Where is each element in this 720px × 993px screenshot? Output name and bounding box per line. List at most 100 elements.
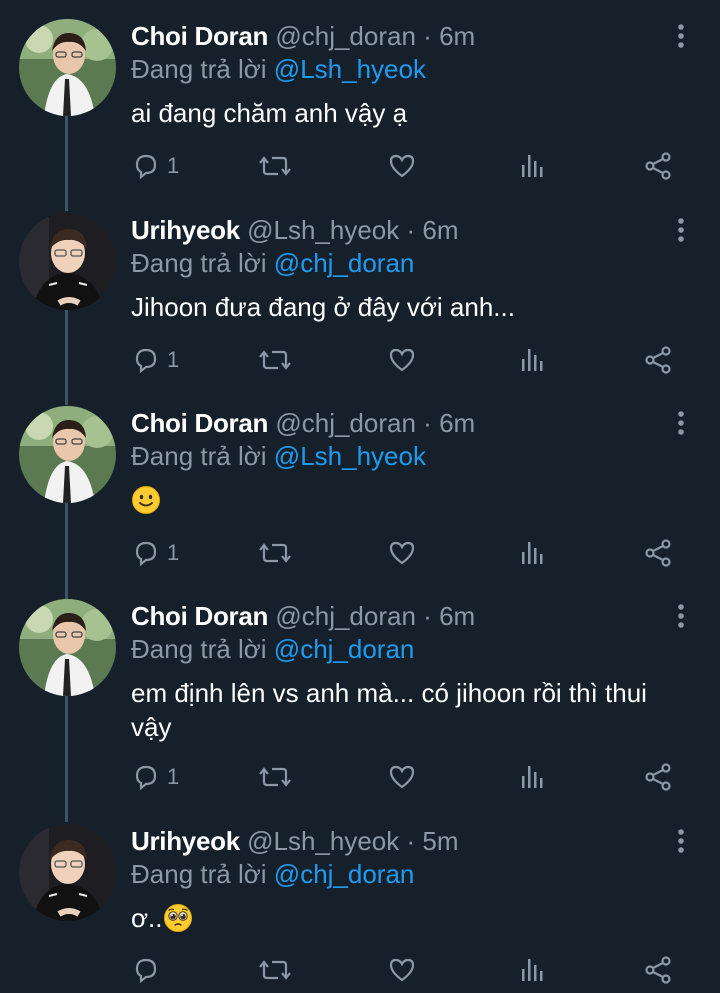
like-icon	[389, 154, 415, 178]
retweet-button[interactable]	[258, 757, 292, 797]
reply-button[interactable]: 1	[131, 146, 179, 186]
timestamp[interactable]: 6m	[422, 215, 458, 245]
tweet-actions: 1	[131, 757, 691, 797]
tweet-text: em định lên vs anh mà... có jihoon rồi t…	[131, 678, 647, 742]
display-name[interactable]: Urihyeok	[131, 215, 240, 245]
retweet-icon	[259, 543, 291, 563]
analytics-icon	[522, 766, 543, 788]
retweet-button[interactable]	[258, 950, 292, 990]
analytics-button[interactable]	[517, 950, 547, 990]
display-name[interactable]: Choi Doran	[131, 408, 268, 438]
like-icon	[389, 348, 415, 372]
user-handle[interactable]: @chj_doran	[275, 408, 416, 438]
avatar[interactable]	[19, 406, 116, 503]
tweet-actions: 1	[131, 340, 691, 380]
retweet-button[interactable]	[258, 146, 292, 186]
share-icon	[645, 152, 671, 180]
user-handle[interactable]: @Lsh_hyeok	[247, 215, 399, 245]
analytics-button[interactable]	[517, 533, 547, 573]
share-button[interactable]	[643, 757, 673, 797]
share-button[interactable]	[643, 340, 673, 380]
reply-button[interactable]: 1	[131, 340, 179, 380]
analytics-button[interactable]	[517, 757, 547, 797]
tweet-header: Choi Doran @chj_doran · 6m	[131, 599, 475, 633]
avatar[interactable]	[19, 824, 116, 921]
tweet-actions	[131, 950, 691, 990]
reply-count: 1	[167, 764, 180, 789]
more-options-icon[interactable]	[673, 828, 689, 856]
like-button[interactable]	[387, 950, 417, 990]
mention-link[interactable]: @Lsh_hyeok	[274, 54, 426, 84]
like-button[interactable]	[387, 533, 417, 573]
retweet-icon	[259, 156, 291, 176]
reply-count: 1	[167, 540, 180, 565]
reply-button[interactable]: 1	[131, 757, 179, 797]
retweet-button[interactable]	[258, 340, 292, 380]
avatar[interactable]	[19, 213, 116, 310]
separator-dot: ·	[406, 215, 416, 245]
more-options-icon[interactable]	[673, 23, 689, 51]
analytics-button[interactable]	[517, 146, 547, 186]
share-icon	[645, 956, 671, 984]
timestamp[interactable]: 5m	[422, 826, 458, 856]
tweet-actions: 1	[131, 146, 691, 186]
tweet-header: Urihyeok @Lsh_hyeok · 5m	[131, 824, 459, 858]
like-icon	[389, 541, 415, 565]
retweet-icon	[259, 960, 291, 980]
user-handle[interactable]: @chj_doran	[275, 601, 416, 631]
display-name[interactable]: Choi Doran	[131, 21, 268, 51]
slightly-smiling-face-emoji	[132, 486, 160, 514]
mention-link[interactable]: @chj_doran	[274, 859, 415, 889]
replying-to-label: Đang trả lời	[131, 859, 267, 889]
more-options-icon[interactable]	[673, 410, 689, 438]
timestamp[interactable]: 6m	[439, 601, 475, 631]
share-button[interactable]	[643, 950, 673, 990]
replying-to-label: Đang trả lời	[131, 248, 267, 278]
user-handle[interactable]: @chj_doran	[275, 21, 416, 51]
avatar[interactable]	[19, 599, 116, 696]
share-icon	[645, 763, 671, 791]
reply-count: 1	[167, 347, 180, 372]
reply-icon	[135, 348, 157, 374]
separator-dot: ·	[406, 826, 416, 856]
share-button[interactable]	[643, 533, 673, 573]
like-button[interactable]	[387, 757, 417, 797]
display-name[interactable]: Choi Doran	[131, 601, 268, 631]
thread-line	[65, 682, 68, 822]
replying-to-label: Đang trả lời	[131, 441, 267, 471]
tweet-actions: 1	[131, 533, 691, 573]
mention-link[interactable]: @chj_doran	[274, 634, 415, 664]
analytics-icon	[522, 349, 543, 371]
reply-button[interactable]	[131, 950, 167, 990]
tweet-text: ai đang chăm anh vậy ạ	[131, 98, 408, 128]
share-icon	[645, 346, 671, 374]
share-button[interactable]	[643, 146, 673, 186]
replying-to: Đang trả lời @chj_doran	[131, 246, 414, 280]
thread-line	[65, 488, 68, 599]
analytics-icon	[522, 959, 543, 981]
thread-line	[65, 100, 68, 211]
user-handle[interactable]: @Lsh_hyeok	[247, 826, 399, 856]
mention-link[interactable]: @chj_doran	[274, 248, 415, 278]
tweet-text	[131, 483, 691, 517]
more-options-icon[interactable]	[673, 603, 689, 631]
more-options-icon[interactable]	[673, 217, 689, 245]
tweet-header: Choi Doran @chj_doran · 6m	[131, 406, 475, 440]
like-icon	[389, 958, 415, 982]
retweet-button[interactable]	[258, 533, 292, 573]
timestamp[interactable]: 6m	[439, 21, 475, 51]
like-button[interactable]	[387, 146, 417, 186]
tweet-text: Jihoon đưa đang ở đây với anh...	[131, 292, 515, 322]
avatar[interactable]	[19, 19, 116, 116]
mention-link[interactable]: @Lsh_hyeok	[274, 441, 426, 471]
analytics-button[interactable]	[517, 340, 547, 380]
reply-icon	[135, 958, 157, 984]
like-button[interactable]	[387, 340, 417, 380]
display-name[interactable]: Urihyeok	[131, 826, 240, 856]
replying-to: Đang trả lời @Lsh_hyeok	[131, 52, 426, 86]
reply-icon	[135, 541, 157, 567]
retweet-icon	[259, 767, 291, 787]
reply-button[interactable]: 1	[131, 533, 179, 573]
timestamp[interactable]: 6m	[439, 408, 475, 438]
reply-icon	[135, 765, 157, 791]
